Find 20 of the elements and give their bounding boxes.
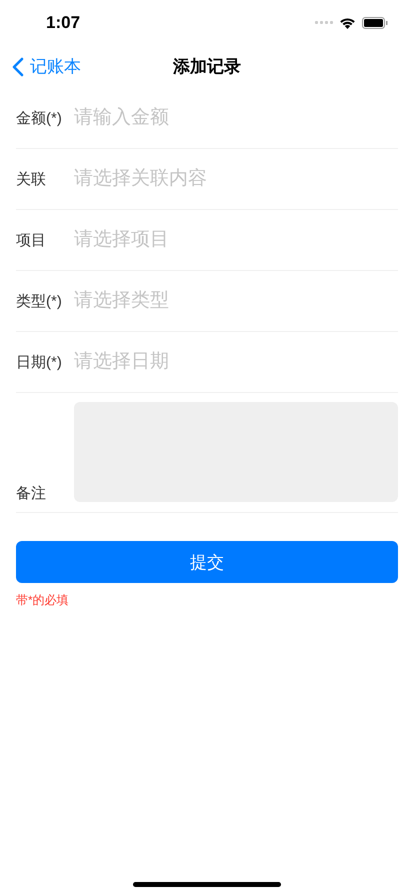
field-label: 类型(*)	[16, 292, 63, 310]
field-label: 关联	[16, 170, 47, 188]
field-label: 日期(*)	[16, 352, 63, 372]
page-title: 添加记录	[173, 56, 241, 78]
input-field[interactable]: 请输入金额	[74, 107, 398, 129]
field-label: 备注	[16, 484, 47, 503]
input-field[interactable]: 请选择类型	[74, 290, 398, 312]
input-field[interactable]: 请选择项目	[74, 229, 398, 251]
field-label: 项目	[16, 230, 47, 250]
wifi-icon	[339, 16, 356, 28]
submit-button[interactable]: 提交	[16, 541, 398, 583]
input-field[interactable]: 请选择关联内容	[74, 168, 398, 190]
chevron-left-icon	[12, 56, 24, 76]
signal-icon	[315, 20, 333, 24]
status-time: 1:07	[46, 12, 80, 32]
input-field[interactable]: 请选择日期	[74, 351, 398, 373]
battery-icon	[362, 16, 388, 28]
back-button[interactable]: 记账本	[0, 55, 81, 78]
field-label: 金额(*)	[16, 108, 63, 128]
required-note: 带*的必填	[16, 592, 70, 609]
